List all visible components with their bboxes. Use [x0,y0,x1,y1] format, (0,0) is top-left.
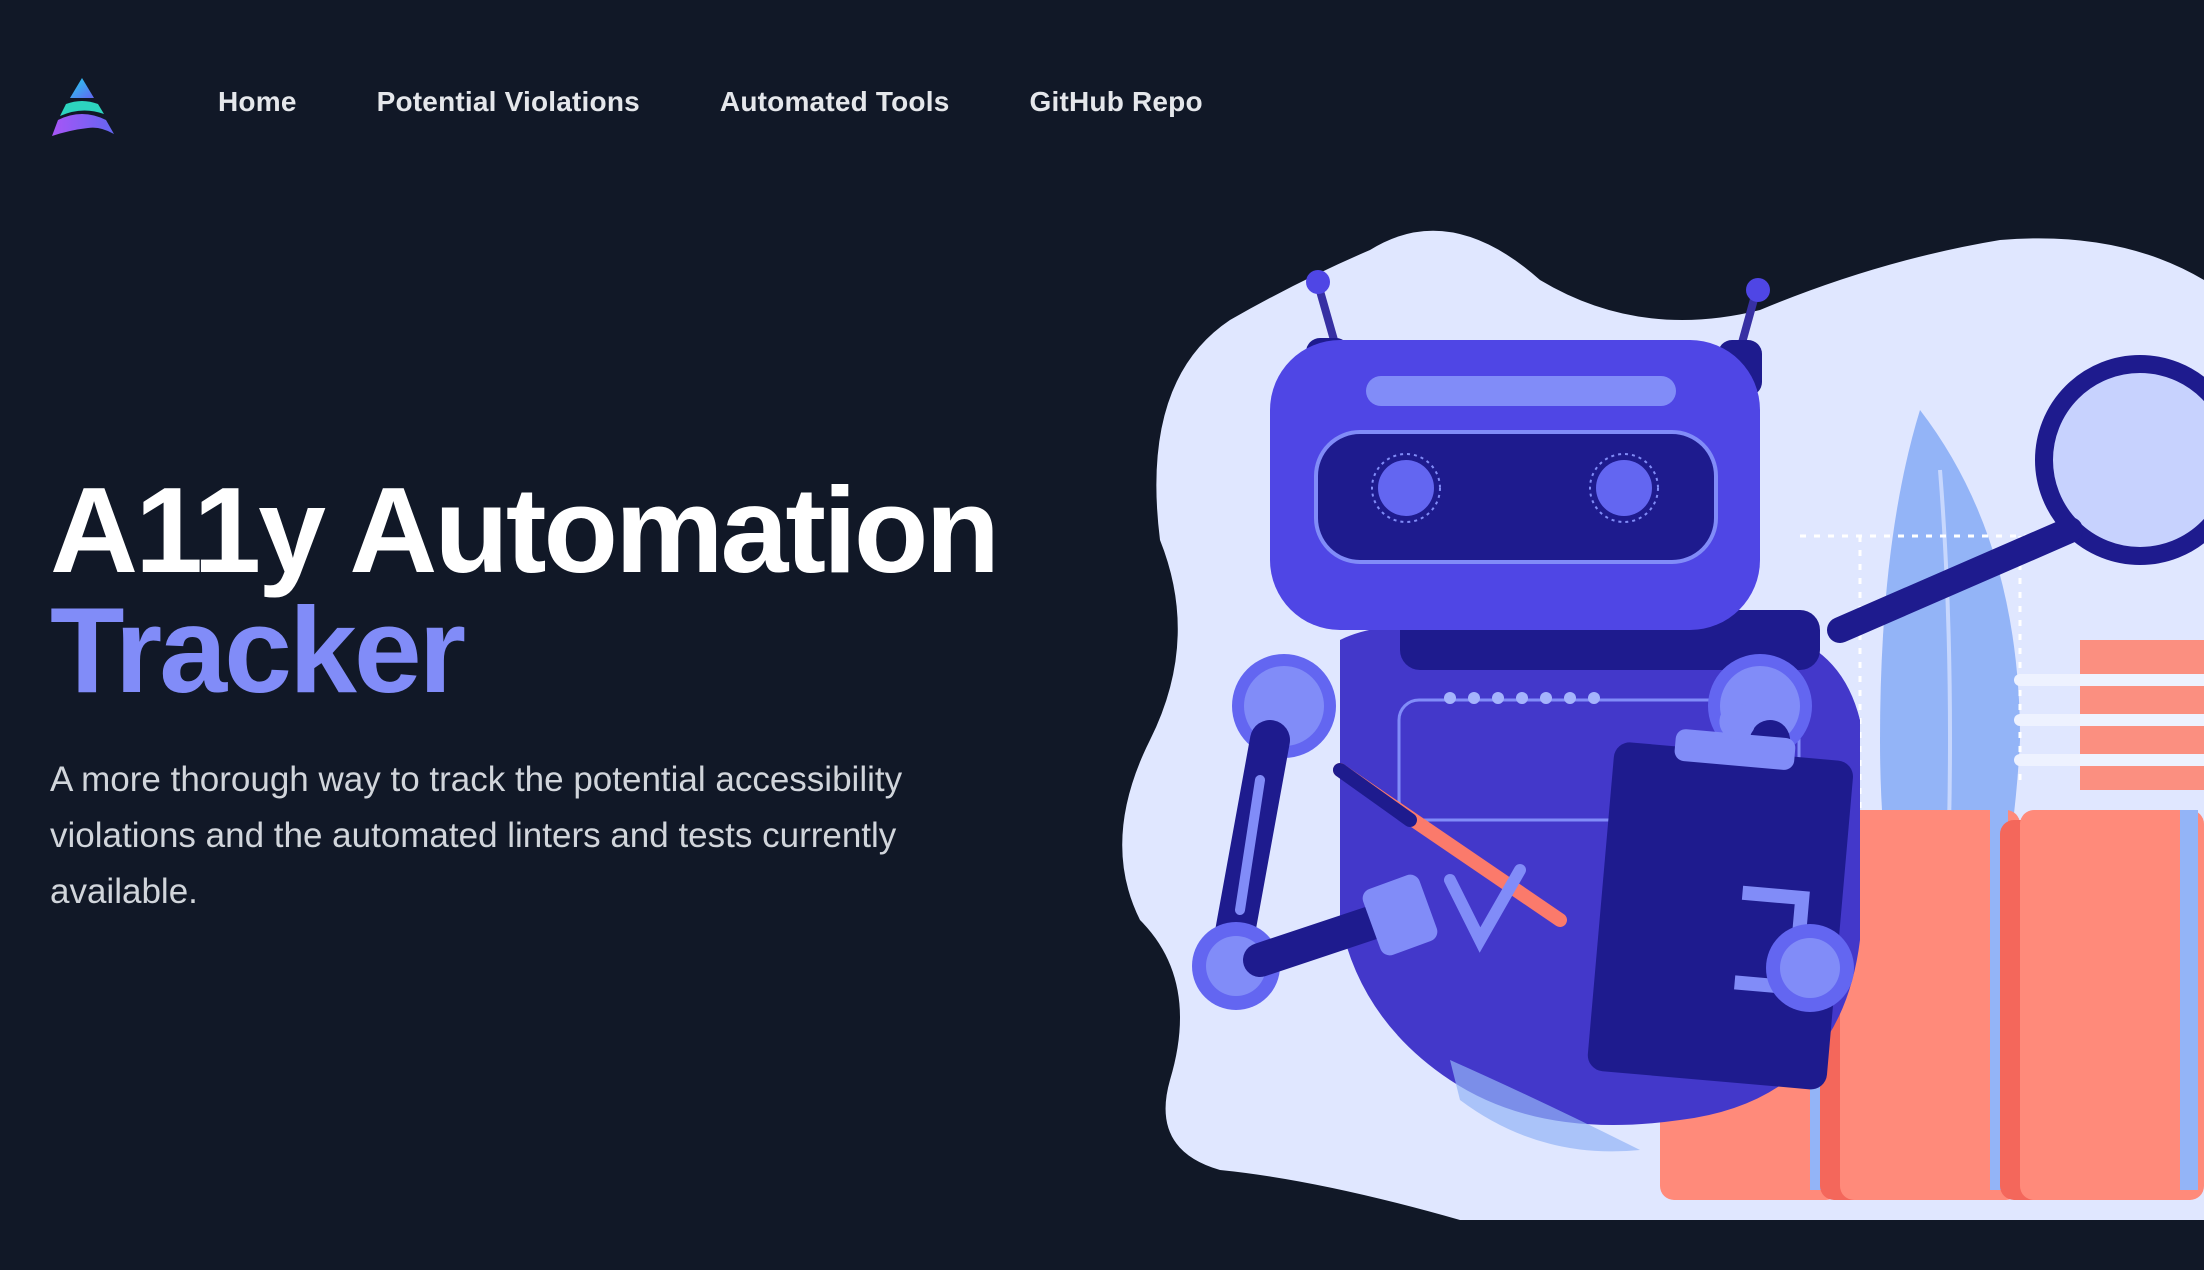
hero-title-line1: A11y Automation [50,462,1000,598]
nav-automated-tools[interactable]: Automated Tools [720,86,950,118]
hero-description: A more thorough way to track the potenti… [50,760,903,911]
nav-github-repo[interactable]: GitHub Repo [1030,86,1203,118]
nav-potential-violations[interactable]: Potential Violations [377,86,640,118]
nav-home[interactable]: Home [218,86,297,118]
hero-title-line2: Tracker [50,582,466,718]
page: Home Potential Violations Automated Tool… [0,0,2204,1270]
hero-title: A11y Automation Tracker [50,469,1110,718]
robot-illustration [1120,220,2204,1220]
logo-icon[interactable] [48,76,116,136]
hero-section: A11y Automation Tracker A more thorough … [50,469,1110,920]
main-nav: Home Potential Violations Automated Tool… [218,86,1203,118]
